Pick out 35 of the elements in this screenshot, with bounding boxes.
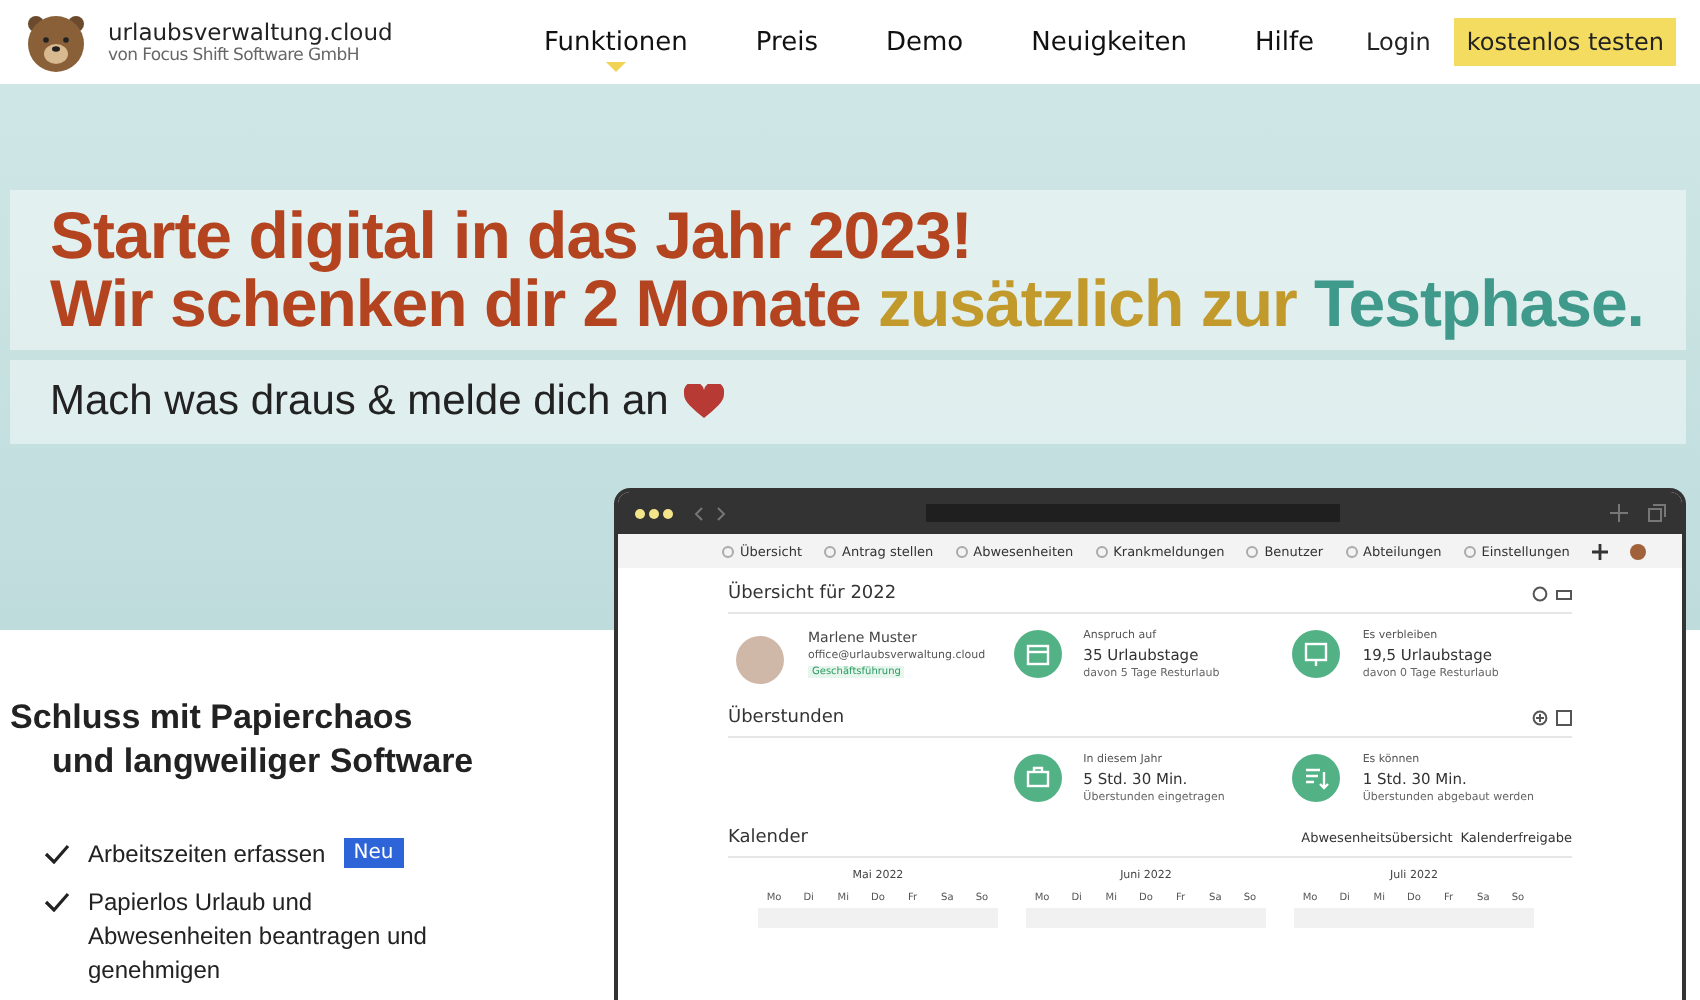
bear-logo-icon[interactable] bbox=[24, 10, 88, 74]
tabs-icon[interactable] bbox=[1648, 504, 1666, 522]
check-icon bbox=[44, 892, 70, 912]
brand-subtitle: von Focus Shift Software GmbH bbox=[108, 46, 361, 66]
back-forward-icon[interactable] bbox=[694, 505, 726, 521]
brand-name[interactable]: urlaubsverwaltung.cloud bbox=[108, 18, 393, 46]
section-heading: und langweiliger Software bbox=[50, 740, 476, 784]
feature-text: Arbeitszeiten erfassen bbox=[88, 838, 326, 872]
signup-text[interactable]: Mach was draus & melde dich an bbox=[50, 378, 669, 426]
nav-link[interactable]: Demo bbox=[885, 28, 964, 72]
plus-icon[interactable] bbox=[1591, 543, 1608, 559]
circle-icon[interactable] bbox=[1532, 586, 1548, 602]
promo-headline: Wir schenken dir 2 Monate zusätzlich zur Testphase. bbox=[50, 270, 1646, 338]
login-link[interactable]: Login bbox=[1366, 28, 1431, 56]
promo-headline: Starte digital in das Jahr 2023! bbox=[50, 202, 974, 270]
calendar-icon bbox=[1013, 630, 1062, 678]
section-title: Übersicht für 2022 bbox=[728, 584, 897, 604]
section-heading: Schluss mit Papierchaos bbox=[8, 696, 415, 740]
nav-link[interactable]: Funktionen bbox=[544, 28, 688, 72]
feature-text: Papierlos Urlaub und Abwesenheiten beantragen und genehmigen bbox=[88, 886, 429, 988]
presentation-board-icon bbox=[1292, 630, 1341, 678]
section-title: Überstunden bbox=[728, 708, 845, 728]
nav-link[interactable]: Neuigkeiten bbox=[1031, 28, 1187, 72]
nav-link[interactable]: Hilfe bbox=[1254, 28, 1315, 72]
new-badge: Neu bbox=[343, 838, 404, 868]
check-icon bbox=[44, 844, 70, 864]
avatar-icon[interactable] bbox=[1629, 543, 1646, 559]
briefcase-icon bbox=[1013, 754, 1062, 802]
plus-circle-icon[interactable] bbox=[1532, 710, 1548, 726]
heart-icon bbox=[684, 384, 725, 420]
trial-button[interactable]: kostenlos testen bbox=[1454, 18, 1676, 66]
avatar-placeholder bbox=[736, 636, 784, 684]
section-title: Kalender bbox=[728, 828, 808, 848]
window-dots-icon bbox=[634, 507, 674, 519]
nav-link[interactable]: Preis bbox=[755, 28, 818, 72]
